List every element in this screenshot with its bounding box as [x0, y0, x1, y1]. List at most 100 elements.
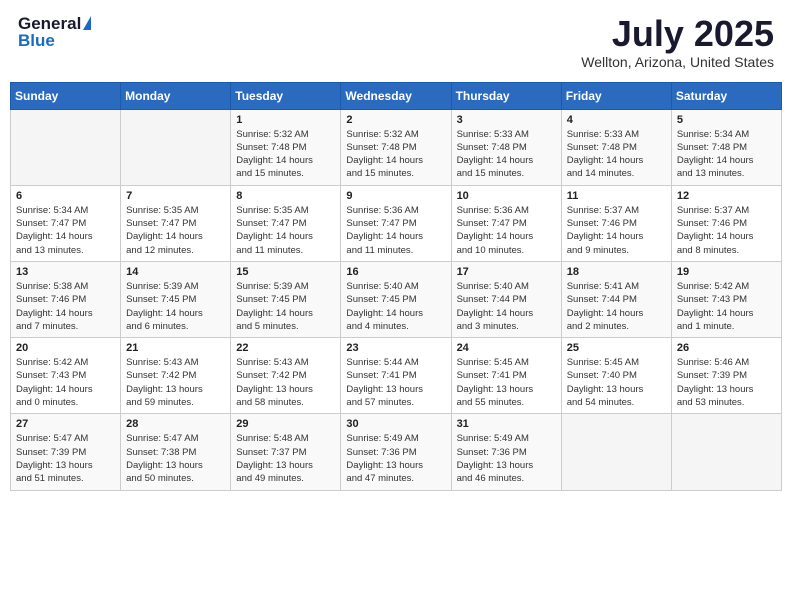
- calendar-cell: [121, 109, 231, 185]
- weekday-header-tuesday: Tuesday: [231, 82, 341, 109]
- weekday-header-sunday: Sunday: [11, 82, 121, 109]
- calendar-cell: 18 Sunrise: 5:41 AMSunset: 7:44 PMDayligh…: [561, 261, 671, 337]
- calendar-cell: 16Sunrise: 5:40 AMSunset: 7:45 PMDayligh…: [341, 261, 451, 337]
- day-info: Sunrise: 5:36 AMSunset: 7:47 PMDaylight:…: [457, 204, 556, 257]
- calendar-week-row: 6 Sunrise: 5:34 AMSunset: 7:47 PMDaylight…: [11, 185, 782, 261]
- calendar-cell: 3Sunrise: 5:33 AMSunset: 7:48 PMDaylight…: [451, 109, 561, 185]
- day-number: 21: [126, 342, 225, 354]
- day-info: Sunrise: 5:35 AMSunset: 7:47 PMDaylight:…: [236, 204, 335, 257]
- day-info: Sunrise: 5:49 AMSunset: 7:36 PMDaylight:…: [457, 432, 556, 485]
- month-title: July 2025: [581, 14, 774, 54]
- day-info: Sunrise: 5:47 AMSunset: 7:39 PMDaylight:…: [16, 432, 115, 485]
- day-info: Sunrise: 5:34 AMSunset: 7:47 PMDaylight:…: [16, 204, 115, 257]
- day-number: 4: [567, 114, 666, 126]
- logo: General Blue: [18, 14, 91, 51]
- day-info: Sunrise: 5:40 AMSunset: 7:45 PMDaylight:…: [346, 280, 445, 333]
- day-info: Sunrise: 5:49 AMSunset: 7:36 PMDaylight:…: [346, 432, 445, 485]
- calendar-cell: 27 Sunrise: 5:47 AMSunset: 7:39 PMDayligh…: [11, 414, 121, 490]
- day-info: Sunrise: 5:34 AMSunset: 7:48 PMDaylight:…: [677, 128, 776, 181]
- day-info: Sunrise: 5:35 AMSunset: 7:47 PMDaylight:…: [126, 204, 225, 257]
- day-info: Sunrise: 5:32 AMSunset: 7:48 PMDaylight:…: [236, 128, 335, 181]
- day-number: 27: [16, 418, 115, 430]
- calendar-cell: 14 Sunrise: 5:39 AMSunset: 7:45 PMDayligh…: [121, 261, 231, 337]
- day-number: 20: [16, 342, 115, 354]
- day-number: 25: [567, 342, 666, 354]
- day-number: 2: [346, 114, 445, 126]
- calendar-week-row: 13Sunrise: 5:38 AMSunset: 7:46 PMDayligh…: [11, 261, 782, 337]
- calendar-cell: 24 Sunrise: 5:45 AMSunset: 7:41 PMDayligh…: [451, 338, 561, 414]
- day-info: Sunrise: 5:41 AMSunset: 7:44 PMDaylight:…: [567, 280, 666, 333]
- location-text: Wellton, Arizona, United States: [581, 54, 774, 70]
- logo-triangle-icon: [83, 16, 91, 30]
- calendar-cell: 26 Sunrise: 5:46 AMSunset: 7:39 PMDayligh…: [671, 338, 781, 414]
- day-info: Sunrise: 5:42 AMSunset: 7:43 PMDaylight:…: [16, 356, 115, 409]
- day-number: 10: [457, 190, 556, 202]
- day-number: 23: [346, 342, 445, 354]
- day-number: 5: [677, 114, 776, 126]
- weekday-header-thursday: Thursday: [451, 82, 561, 109]
- calendar-cell: 9Sunrise: 5:36 AMSunset: 7:47 PMDaylight…: [341, 185, 451, 261]
- day-info: Sunrise: 5:40 AMSunset: 7:44 PMDaylight:…: [457, 280, 556, 333]
- calendar-cell: 19 Sunrise: 5:42 AMSunset: 7:43 PMDayligh…: [671, 261, 781, 337]
- day-info: Sunrise: 5:48 AMSunset: 7:37 PMDaylight:…: [236, 432, 335, 485]
- day-info: Sunrise: 5:46 AMSunset: 7:39 PMDaylight:…: [677, 356, 776, 409]
- day-number: 14: [126, 266, 225, 278]
- title-area: July 2025 Wellton, Arizona, United State…: [581, 14, 774, 70]
- calendar-cell: 4Sunrise: 5:33 AMSunset: 7:48 PMDaylight…: [561, 109, 671, 185]
- calendar-table: SundayMondayTuesdayWednesdayThursdayFrid…: [10, 82, 782, 491]
- calendar-cell: [11, 109, 121, 185]
- calendar-week-row: 20 Sunrise: 5:42 AMSunset: 7:43 PMDayligh…: [11, 338, 782, 414]
- calendar-cell: 29 Sunrise: 5:48 AMSunset: 7:37 PMDayligh…: [231, 414, 341, 490]
- day-number: 13: [16, 266, 115, 278]
- calendar-cell: 6 Sunrise: 5:34 AMSunset: 7:47 PMDaylight…: [11, 185, 121, 261]
- day-number: 24: [457, 342, 556, 354]
- weekday-header-monday: Monday: [121, 82, 231, 109]
- calendar-cell: 12 Sunrise: 5:37 AMSunset: 7:46 PMDayligh…: [671, 185, 781, 261]
- calendar-cell: 31 Sunrise: 5:49 AMSunset: 7:36 PMDayligh…: [451, 414, 561, 490]
- day-info: Sunrise: 5:39 AMSunset: 7:45 PMDaylight:…: [126, 280, 225, 333]
- day-number: 31: [457, 418, 556, 430]
- day-info: Sunrise: 5:43 AMSunset: 7:42 PMDaylight:…: [126, 356, 225, 409]
- day-info: Sunrise: 5:37 AMSunset: 7:46 PMDaylight:…: [677, 204, 776, 257]
- day-info: Sunrise: 5:45 AMSunset: 7:41 PMDaylight:…: [457, 356, 556, 409]
- day-number: 30: [346, 418, 445, 430]
- calendar-cell: [671, 414, 781, 490]
- calendar-cell: 22Sunrise: 5:43 AMSunset: 7:42 PMDayligh…: [231, 338, 341, 414]
- calendar-cell: 25 Sunrise: 5:45 AMSunset: 7:40 PMDayligh…: [561, 338, 671, 414]
- calendar-cell: [561, 414, 671, 490]
- day-info: Sunrise: 5:45 AMSunset: 7:40 PMDaylight:…: [567, 356, 666, 409]
- calendar-week-row: 1Sunrise: 5:32 AMSunset: 7:48 PMDaylight…: [11, 109, 782, 185]
- page-header: General Blue July 2025 Wellton, Arizona,…: [10, 10, 782, 74]
- calendar-cell: 8Sunrise: 5:35 AMSunset: 7:47 PMDaylight…: [231, 185, 341, 261]
- logo-blue-text: Blue: [18, 31, 91, 51]
- day-number: 6: [16, 190, 115, 202]
- day-number: 18: [567, 266, 666, 278]
- calendar-week-row: 27 Sunrise: 5:47 AMSunset: 7:39 PMDayligh…: [11, 414, 782, 490]
- day-info: Sunrise: 5:42 AMSunset: 7:43 PMDaylight:…: [677, 280, 776, 333]
- day-info: Sunrise: 5:43 AMSunset: 7:42 PMDaylight:…: [236, 356, 335, 409]
- day-info: Sunrise: 5:47 AMSunset: 7:38 PMDaylight:…: [126, 432, 225, 485]
- day-info: Sunrise: 5:37 AMSunset: 7:46 PMDaylight:…: [567, 204, 666, 257]
- calendar-cell: 10 Sunrise: 5:36 AMSunset: 7:47 PMDayligh…: [451, 185, 561, 261]
- day-number: 17: [457, 266, 556, 278]
- calendar-cell: 11Sunrise: 5:37 AMSunset: 7:46 PMDayligh…: [561, 185, 671, 261]
- day-number: 3: [457, 114, 556, 126]
- calendar-cell: 13Sunrise: 5:38 AMSunset: 7:46 PMDayligh…: [11, 261, 121, 337]
- day-number: 26: [677, 342, 776, 354]
- calendar-cell: 30 Sunrise: 5:49 AMSunset: 7:36 PMDayligh…: [341, 414, 451, 490]
- calendar-cell: 28 Sunrise: 5:47 AMSunset: 7:38 PMDayligh…: [121, 414, 231, 490]
- day-number: 28: [126, 418, 225, 430]
- weekday-header-friday: Friday: [561, 82, 671, 109]
- weekday-header-saturday: Saturday: [671, 82, 781, 109]
- calendar-cell: 17 Sunrise: 5:40 AMSunset: 7:44 PMDayligh…: [451, 261, 561, 337]
- calendar-cell: 2Sunrise: 5:32 AMSunset: 7:48 PMDaylight…: [341, 109, 451, 185]
- day-number: 29: [236, 418, 335, 430]
- day-number: 9: [346, 190, 445, 202]
- weekday-header-row: SundayMondayTuesdayWednesdayThursdayFrid…: [11, 82, 782, 109]
- calendar-cell: 23Sunrise: 5:44 AMSunset: 7:41 PMDayligh…: [341, 338, 451, 414]
- calendar-cell: 1Sunrise: 5:32 AMSunset: 7:48 PMDaylight…: [231, 109, 341, 185]
- day-number: 7: [126, 190, 225, 202]
- day-number: 19: [677, 266, 776, 278]
- day-number: 12: [677, 190, 776, 202]
- weekday-header-wednesday: Wednesday: [341, 82, 451, 109]
